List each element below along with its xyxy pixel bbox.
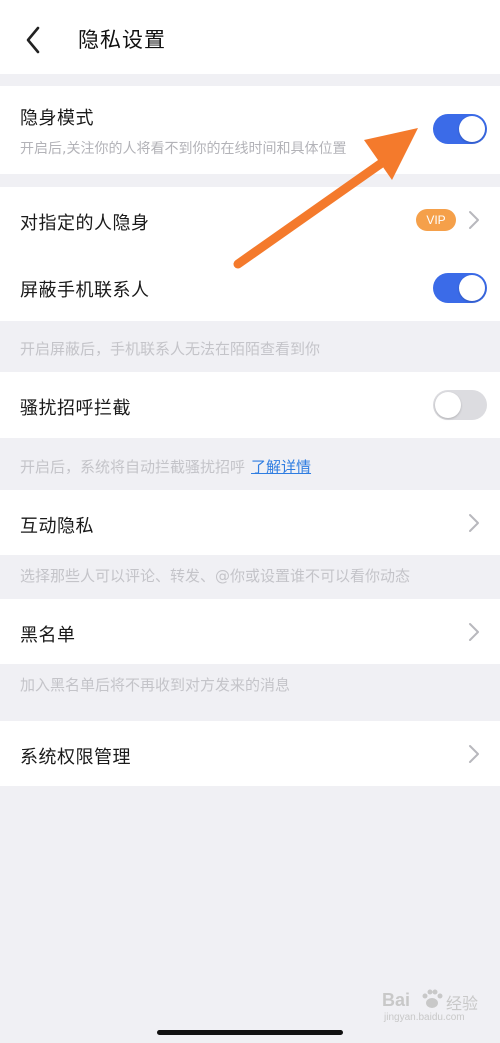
blacklist-note: 加入黑名单后将不再收到对方发来的消息 [20,676,291,694]
system-permissions-row[interactable]: 系统权限管理 [0,721,500,786]
watermark-brand: Bai [382,990,411,1010]
watermark-brand-cn: 经验 [446,996,479,1013]
paw-logo-icon [422,989,443,1008]
watermark-url: jingyan.baidu.com [384,1012,465,1023]
home-indicator[interactable] [157,1030,343,1035]
harass-block-toggle[interactable] [433,390,487,420]
harass-block-note: 开启后，系统将自动拦截骚扰招呼 了解详情 [20,456,311,477]
toggle-knob [435,392,461,418]
blacklist-label: 黑名单 [20,625,76,646]
hide-from-specific-row[interactable] [0,187,500,253]
page-title: 隐私设置 [78,28,166,52]
chevron-right-icon[interactable] [468,744,480,764]
watermark: Bai 经验 jingyan.baidu.com [378,986,488,1028]
interaction-privacy-note: 选择那些人可以评论、转发、@你或设置谁不可以看你动态 [20,567,411,585]
stealth-mode-row[interactable]: 隐身模式 开启后,关注你的人将看不到你的在线时间和具体位置 [0,86,500,174]
harass-block-note-text: 开启后，系统将自动拦截骚扰招呼 [20,458,246,476]
harass-block-label: 骚扰招呼拦截 [20,398,131,419]
harass-block-row[interactable]: 骚扰招呼拦截 [0,372,500,438]
toggle-knob [459,116,485,142]
chevron-right-icon[interactable] [468,622,480,642]
interaction-privacy-label: 互动隐私 [20,516,94,537]
chevron-right-icon[interactable] [468,513,480,533]
system-permissions-label: 系统权限管理 [20,747,131,768]
block-contacts-label: 屏蔽手机联系人 [20,280,150,301]
learn-more-link[interactable]: 了解详情 [251,458,311,476]
stealth-mode-toggle[interactable] [433,114,487,144]
stealth-mode-description: 开启后,关注你的人将看不到你的在线时间和具体位置 [20,141,347,157]
stealth-mode-label: 隐身模式 [20,108,94,129]
block-contacts-note: 开启屏蔽后，手机联系人无法在陌陌查看到你 [20,340,321,358]
block-contacts-toggle[interactable] [433,273,487,303]
back-arrow-icon[interactable] [18,22,50,58]
navigation-bar: 隐私设置 [0,0,500,74]
toggle-knob [459,275,485,301]
interaction-privacy-row[interactable]: 互动隐私 [0,490,500,555]
blacklist-row[interactable]: 黑名单 [0,599,500,664]
